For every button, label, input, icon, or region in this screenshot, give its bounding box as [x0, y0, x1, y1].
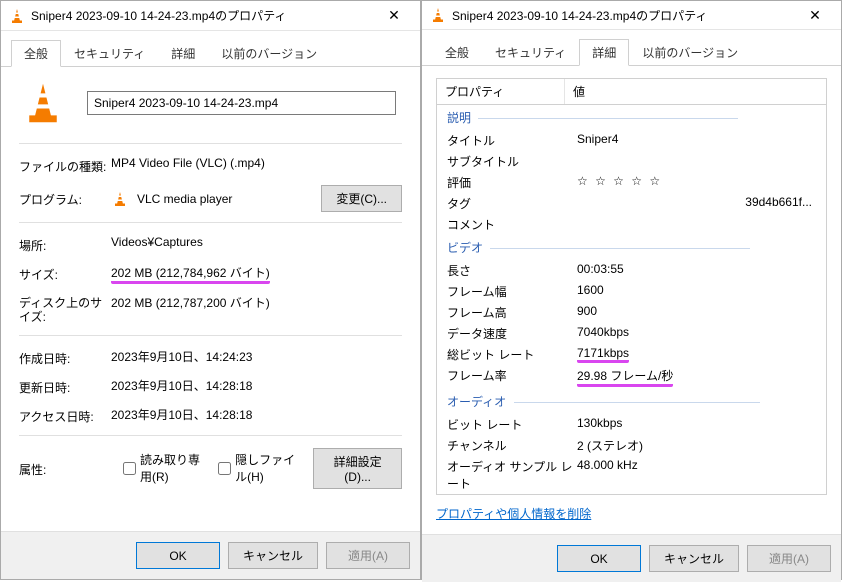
created-label: 作成日時:	[19, 348, 111, 367]
detail-length-label: 長さ	[447, 262, 577, 279]
divider	[19, 143, 402, 144]
dialog-footer: OK キャンセル 適用(A)	[422, 534, 841, 582]
detail-tag-label: タグ	[447, 195, 577, 212]
close-button[interactable]: ✕	[374, 2, 414, 30]
remove-properties-link[interactable]: プロパティや個人情報を削除	[436, 505, 827, 522]
vlc-cone-icon	[19, 81, 67, 125]
detail-audiosample-label: オーディオ サンプル レート	[447, 458, 577, 492]
titlebar: Sniper4 2023-09-10 14-24-23.mp4のプロパティ ✕	[1, 1, 420, 31]
modified-label: 更新日時:	[19, 377, 111, 396]
location-label: 場所:	[19, 235, 111, 254]
detail-title-label: タイトル	[447, 132, 577, 149]
details-list[interactable]: 説明 タイトルSniper4 サブタイトル 評価☆ ☆ ☆ ☆ ☆ タグ39d4…	[436, 105, 827, 495]
detail-framerate-value: 29.98 フレーム/秒	[577, 367, 673, 387]
program-label: プログラム:	[19, 189, 111, 208]
detail-length-value: 00:03:55	[577, 262, 816, 279]
size-label: サイズ:	[19, 264, 111, 283]
tab-strip: 全般 セキュリティ 詳細 以前のバージョン	[422, 30, 841, 66]
apply-button[interactable]: 適用(A)	[747, 545, 831, 572]
detail-channels-value: 2 (ステレオ)	[577, 437, 816, 454]
detail-comment-label: コメント	[447, 216, 577, 233]
tab-details[interactable]: 詳細	[579, 39, 629, 66]
ok-button[interactable]: OK	[136, 542, 220, 569]
apply-button[interactable]: 適用(A)	[326, 542, 410, 569]
vlc-cone-icon	[9, 8, 25, 24]
window-title: Sniper4 2023-09-10 14-24-23.mp4のプロパティ	[452, 7, 795, 24]
detail-framewidth-value: 1600	[577, 283, 816, 300]
location-value: Videos¥Captures	[111, 235, 402, 249]
modified-value: 2023年9月10日、14:28:18	[111, 377, 402, 394]
group-media: メディア	[437, 494, 826, 495]
accessed-label: アクセス日時:	[19, 406, 111, 425]
size-on-disk-value: 202 MB (212,787,200 バイト)	[111, 294, 402, 311]
vlc-cone-icon	[430, 7, 446, 23]
tab-details[interactable]: 詳細	[158, 40, 208, 67]
detail-title-value: Sniper4	[577, 132, 816, 149]
tab-security[interactable]: セキュリティ	[482, 39, 579, 66]
detail-totalbitrate-value: 7171kbps	[577, 346, 629, 363]
close-button[interactable]: ✕	[795, 1, 835, 29]
detail-datarate-value: 7040kbps	[577, 325, 816, 342]
hidden-checkbox[interactable]: 隠しファイル(H)	[218, 451, 301, 485]
details-header: プロパティ 値	[436, 78, 827, 105]
dialog-footer: OK キャンセル 適用(A)	[1, 531, 420, 579]
detail-datarate-label: データ速度	[447, 325, 577, 342]
detail-frameheight-value: 900	[577, 304, 816, 321]
size-on-disk-label: ディスク上のサイズ:	[19, 294, 111, 325]
ok-button[interactable]: OK	[557, 545, 641, 572]
group-video: ビデオ	[437, 235, 826, 260]
divider	[19, 335, 402, 336]
detail-comment-value	[577, 216, 816, 233]
tab-previous-versions[interactable]: 以前のバージョン	[629, 39, 751, 66]
detail-totalbitrate-label: 総ビット レート	[447, 346, 577, 363]
window-title: Sniper4 2023-09-10 14-24-23.mp4のプロパティ	[31, 7, 374, 24]
file-type-value: MP4 Video File (VLC) (.mp4)	[111, 156, 402, 170]
column-property[interactable]: プロパティ	[437, 79, 565, 104]
advanced-button[interactable]: 詳細設定(D)...	[313, 448, 402, 489]
size-value: 202 MB (212,784,962 バイト)	[111, 264, 270, 284]
tab-previous-versions[interactable]: 以前のバージョン	[208, 40, 330, 67]
properties-dialog-details: Sniper4 2023-09-10 14-24-23.mp4のプロパティ ✕ …	[421, 0, 842, 580]
accessed-value: 2023年9月10日、14:28:18	[111, 406, 402, 423]
tab-general[interactable]: 全般	[432, 39, 482, 66]
detail-subtitle-label: サブタイトル	[447, 153, 577, 170]
titlebar: Sniper4 2023-09-10 14-24-23.mp4のプロパティ ✕	[422, 1, 841, 30]
tab-general[interactable]: 全般	[11, 40, 61, 67]
vlc-cone-icon	[111, 191, 129, 207]
cancel-button[interactable]: キャンセル	[228, 542, 318, 569]
detail-framerate-label: フレーム率	[447, 367, 577, 387]
attributes-label: 属性:	[19, 459, 111, 478]
program-value: VLC media player	[137, 192, 232, 206]
filename-input[interactable]: Sniper4 2023-09-10 14-24-23.mp4	[87, 91, 396, 115]
divider	[19, 222, 402, 223]
detail-framewidth-label: フレーム幅	[447, 283, 577, 300]
detail-subtitle-value	[577, 153, 816, 170]
detail-channels-label: チャンネル	[447, 437, 577, 454]
detail-rating-label: 評価	[447, 174, 577, 191]
column-value[interactable]: 値	[565, 79, 593, 104]
details-tab-content: プロパティ 値 説明 タイトルSniper4 サブタイトル 評価☆ ☆ ☆ ☆ …	[422, 66, 841, 534]
tab-security[interactable]: セキュリティ	[61, 40, 158, 67]
created-value: 2023年9月10日、14:24:23	[111, 348, 402, 365]
tab-strip: 全般 セキュリティ 詳細 以前のバージョン	[1, 31, 420, 67]
group-audio: オーディオ	[437, 389, 826, 414]
rating-stars[interactable]: ☆ ☆ ☆ ☆ ☆	[577, 174, 816, 191]
cancel-button[interactable]: キャンセル	[649, 545, 739, 572]
change-program-button[interactable]: 変更(C)...	[321, 185, 402, 212]
group-description: 説明	[437, 105, 826, 130]
readonly-checkbox[interactable]: 読み取り専用(R)	[123, 451, 206, 485]
detail-audiobitrate-label: ビット レート	[447, 416, 577, 433]
detail-tag-value: 39d4b661f...	[577, 195, 816, 212]
detail-audiosample-value: 48.000 kHz	[577, 458, 816, 492]
properties-dialog-general: Sniper4 2023-09-10 14-24-23.mp4のプロパティ ✕ …	[0, 0, 421, 580]
detail-audiobitrate-value: 130kbps	[577, 416, 816, 433]
general-tab-content: Sniper4 2023-09-10 14-24-23.mp4 ファイルの種類:…	[1, 67, 420, 531]
file-type-label: ファイルの種類:	[19, 156, 111, 175]
divider	[19, 435, 402, 436]
detail-frameheight-label: フレーム高	[447, 304, 577, 321]
